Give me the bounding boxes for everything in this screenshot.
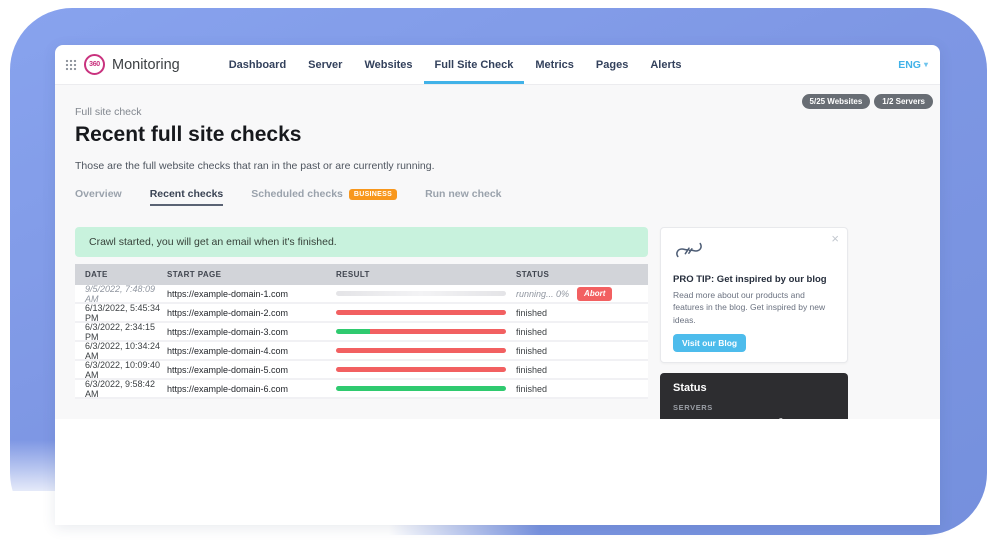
check-result [336, 367, 516, 372]
tab-recent-checks[interactable]: Recent checks [150, 188, 224, 206]
mockup-stage: 360 Monitoring Dashboard Server Websites… [0, 0, 997, 543]
check-date: 6/3/2022, 10:09:40 AM [75, 360, 167, 380]
check-start-page: https://example-domain-5.com [167, 365, 336, 375]
progress-bar [336, 329, 506, 334]
close-icon[interactable]: × [831, 231, 839, 246]
progress-bar [336, 348, 506, 353]
status-panel: Status SERVERS 0 open alert(s) 0 servers… [660, 373, 848, 419]
status-text: finished [516, 308, 547, 318]
table-row[interactable]: 9/5/2022, 7:48:09 AM https://example-dom… [75, 285, 648, 304]
servers-quota-badge[interactable]: 1/2 Servers [874, 94, 933, 109]
check-date: 9/5/2022, 7:48:09 AM [75, 284, 167, 304]
check-start-page: https://example-domain-2.com [167, 308, 336, 318]
page-title: Recent full site checks [75, 123, 920, 147]
status-text: finished [516, 327, 547, 337]
check-result [336, 386, 516, 391]
brand-name: Monitoring [112, 57, 180, 73]
servers-open-alerts: 0 open alert(s) [673, 416, 766, 419]
tab-scheduled-checks-label: Scheduled checks [251, 188, 343, 200]
check-status: finished [516, 384, 648, 394]
main-column: Crawl started, you will get an email whe… [75, 227, 648, 399]
visit-blog-button[interactable]: Visit our Blog [673, 334, 746, 352]
nav-item-metrics[interactable]: Metrics [524, 45, 585, 84]
nav-item-server[interactable]: Server [297, 45, 353, 84]
check-date: 6/3/2022, 10:34:24 AM [75, 341, 167, 361]
nav-item-full-site-check[interactable]: Full Site Check [424, 45, 525, 84]
app-grid-icon[interactable] [65, 59, 77, 71]
sidebar-column: × PRO TIP: Get inspire [660, 227, 848, 419]
page-subtitle: Those are the full website checks that r… [75, 160, 920, 172]
content-area: 5/25 Websites 1/2 Servers Full site chec… [55, 85, 940, 419]
table-row[interactable]: 6/13/2022, 5:45:34 PM https://example-do… [75, 304, 648, 323]
column-header-date[interactable]: DATE [75, 270, 167, 279]
check-result [336, 348, 516, 353]
check-date: 6/3/2022, 9:58:42 AM [75, 379, 167, 399]
table-row[interactable]: 6/3/2022, 10:09:40 AM https://example-do… [75, 361, 648, 380]
brand-area: 360 Monitoring [63, 45, 180, 84]
status-text: running... 0% [516, 289, 569, 299]
check-date: 6/3/2022, 2:34:15 PM [75, 322, 167, 342]
tab-overview[interactable]: Overview [75, 188, 122, 206]
check-start-page: https://example-domain-1.com [167, 289, 336, 299]
progress-bar [336, 310, 506, 315]
business-badge: BUSINESS [349, 189, 397, 200]
servers-section-label: SERVERS [673, 403, 835, 412]
column-header-result[interactable]: RESULT [336, 270, 516, 279]
check-start-page: https://example-domain-6.com [167, 384, 336, 394]
check-result [336, 291, 516, 296]
main-navigation: Dashboard Server Websites Full Site Chec… [218, 45, 693, 84]
protip-body: Read more about our products and feature… [673, 289, 835, 326]
status-panel-title: Status [673, 382, 835, 394]
check-start-page: https://example-domain-3.com [167, 327, 336, 337]
table-row[interactable]: 6/3/2022, 9:58:42 AM https://example-dom… [75, 380, 648, 399]
websites-quota-badge[interactable]: 5/25 Websites [802, 94, 871, 109]
quota-badges: 5/25 Websites 1/2 Servers [802, 94, 933, 109]
servers-status-row: 0 open alert(s) 0 servers down [673, 416, 835, 419]
progress-bar [336, 291, 506, 296]
abort-button[interactable]: Abort [577, 287, 612, 301]
logo-360-icon: 360 [84, 54, 105, 75]
content-columns: Crawl started, you will get an email whe… [75, 227, 920, 419]
servers-down: 0 servers down [766, 416, 835, 419]
nav-item-dashboard[interactable]: Dashboard [218, 45, 297, 84]
top-navbar: 360 Monitoring Dashboard Server Websites… [55, 45, 940, 85]
status-text: finished [516, 346, 547, 356]
tab-bar: Overview Recent checks Scheduled checks B… [75, 188, 920, 207]
table-row[interactable]: 6/3/2022, 10:34:24 AM https://example-do… [75, 342, 648, 361]
nav-item-pages[interactable]: Pages [585, 45, 639, 84]
protip-title: PRO TIP: Get inspired by our blog [673, 274, 835, 285]
breadcrumb: Full site check [75, 85, 920, 118]
check-status: finished [516, 308, 648, 318]
check-status: finished [516, 327, 648, 337]
tab-scheduled-checks[interactable]: Scheduled checks BUSINESS [251, 188, 397, 207]
status-text: finished [516, 384, 547, 394]
table-row[interactable]: 6/3/2022, 2:34:15 PM https://example-dom… [75, 323, 648, 342]
table-header-row: DATE START PAGE RESULT STATUS [75, 264, 648, 285]
check-date: 6/13/2022, 5:45:34 PM [75, 303, 167, 323]
language-selector[interactable]: ENG ▾ [898, 45, 928, 84]
check-start-page: https://example-domain-4.com [167, 346, 336, 356]
app-window: 360 Monitoring Dashboard Server Websites… [55, 45, 940, 525]
protip-card: × PRO TIP: Get inspire [660, 227, 848, 363]
check-status: running... 0% Abort [516, 287, 648, 301]
tab-run-new-check[interactable]: Run new check [425, 188, 501, 206]
check-status: finished [516, 346, 648, 356]
success-alert: Crawl started, you will get an email whe… [75, 227, 648, 257]
chevron-down-icon: ▾ [924, 60, 928, 69]
nav-item-alerts[interactable]: Alerts [639, 45, 692, 84]
progress-bar [336, 367, 506, 372]
check-result [336, 329, 516, 334]
nav-item-websites[interactable]: Websites [353, 45, 423, 84]
column-header-start-page[interactable]: START PAGE [167, 270, 336, 279]
handshake-icon [673, 249, 705, 266]
language-label: ENG [898, 59, 921, 71]
check-result [336, 310, 516, 315]
progress-bar [336, 386, 506, 391]
servers-down-label: 0 servers down [778, 416, 835, 419]
checks-table: DATE START PAGE RESULT STATUS 9/5/2022, … [75, 264, 648, 399]
check-status: finished [516, 365, 648, 375]
column-header-status[interactable]: STATUS [516, 270, 648, 279]
status-text: finished [516, 365, 547, 375]
